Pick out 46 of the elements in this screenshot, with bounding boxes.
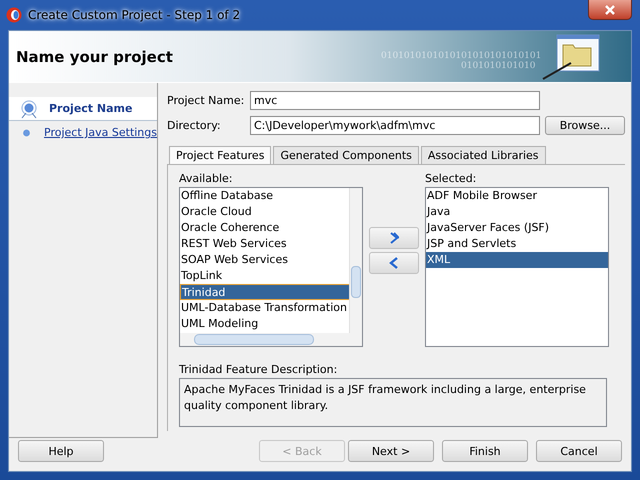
- dialog-button[interactable]: Finish: [442, 440, 528, 462]
- list-item[interactable]: Oracle Cloud: [180, 204, 350, 220]
- field-label: Project Name:: [167, 94, 246, 107]
- app-icon: [6, 7, 22, 23]
- project-name-field[interactable]: mvc: [250, 91, 540, 110]
- directory-field[interactable]: C:\JDeveloper\mywork\adfm\mvc: [250, 116, 540, 135]
- tab[interactable]: Generated Components: [273, 146, 419, 164]
- list-label: Available:: [179, 172, 234, 185]
- list-item[interactable]: TopLink: [180, 268, 350, 284]
- chevron-left-icon: [389, 257, 399, 269]
- list-item[interactable]: UML Modeling: [180, 316, 350, 332]
- close-button[interactable]: [588, 0, 632, 20]
- description-label: Trinidad Feature Description:: [179, 363, 338, 376]
- page-heading: Name your project: [16, 48, 173, 66]
- tab[interactable]: Associated Libraries: [420, 146, 546, 164]
- binary-text: 0101010101010: [461, 61, 536, 71]
- dialog-button[interactable]: Next >: [348, 440, 434, 462]
- list-item[interactable]: SOAP Web Services: [180, 252, 350, 268]
- description-text: Apache MyFaces Trinidad is a JSF framework including a large, enterprise quality component library.: [179, 378, 607, 427]
- close-icon: [604, 4, 616, 14]
- list-item[interactable]: Oracle Coherence: [180, 220, 350, 236]
- list-item[interactable]: UML-Database Transformation: [180, 300, 350, 316]
- window-title: Create Custom Project - Step 1 of 2: [28, 8, 240, 22]
- list-item[interactable]: JSP and Servlets: [426, 236, 608, 252]
- list-item[interactable]: XML: [426, 252, 608, 268]
- list-item[interactable]: ADF Mobile Browser: [426, 188, 608, 204]
- list-label: Selected:: [425, 172, 478, 185]
- step-item[interactable]: Project Java Settings: [9, 121, 157, 144]
- vertical-scrollbar[interactable]: [349, 188, 362, 333]
- chevron-right-icon: [389, 232, 399, 244]
- list-item[interactable]: Offline Database: [180, 188, 350, 204]
- browse-button[interactable]: Browse...: [545, 116, 625, 135]
- list-item[interactable]: REST Web Services: [180, 236, 350, 252]
- list-item[interactable]: Java: [426, 204, 608, 220]
- dialog-button[interactable]: Help: [18, 440, 104, 462]
- horizontal-scrollbar[interactable]: [180, 333, 362, 346]
- field-label: Directory:: [167, 119, 222, 132]
- add-button[interactable]: [369, 227, 419, 249]
- list-item[interactable]: Trinidad: [180, 284, 350, 300]
- list-item[interactable]: JavaServer Faces (JSF): [426, 220, 608, 236]
- step-item[interactable]: Project Name: [9, 97, 157, 121]
- dialog-button[interactable]: Cancel: [536, 440, 622, 462]
- remove-button[interactable]: [369, 252, 419, 274]
- tab[interactable]: Project Features: [169, 146, 272, 164]
- current-step-icon: [19, 98, 39, 118]
- binary-text: 0101010101010101010101010101: [381, 51, 542, 61]
